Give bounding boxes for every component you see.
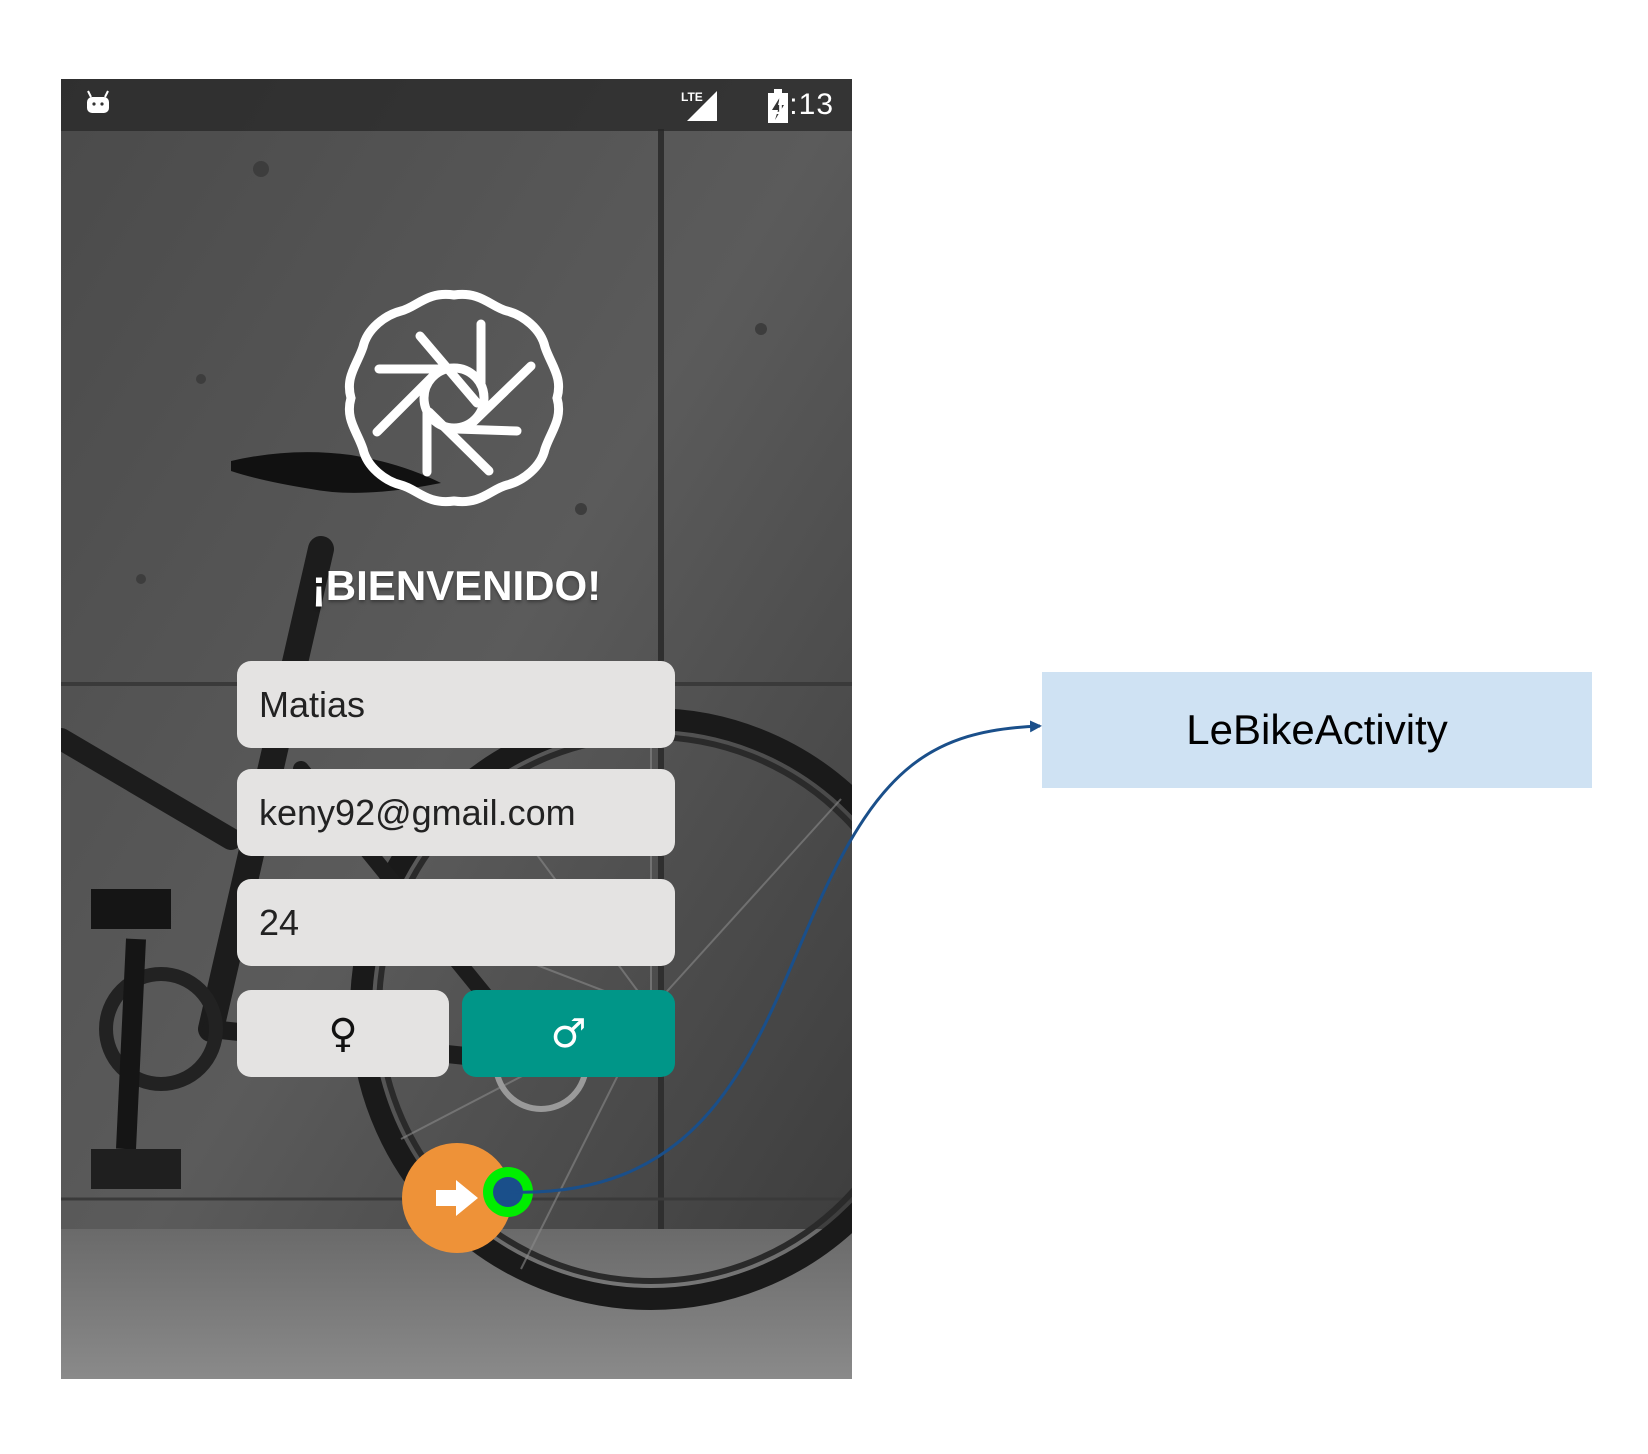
android-notification-icon <box>87 90 109 113</box>
arrow-right-icon <box>436 1180 478 1216</box>
tap-marker-dot <box>493 1177 523 1207</box>
female-symbol-icon: ♀ <box>328 1010 358 1057</box>
status-time: 1:13 <box>771 88 834 121</box>
target-activity-box: LeBikeActivity <box>1042 672 1592 788</box>
target-activity-label: LeBikeActivity <box>1186 706 1448 753</box>
male-gender-button[interactable]: ♂ <box>462 990 675 1077</box>
status-bar: LTE 1:13 <box>61 79 852 131</box>
welcome-title: ¡BIENVENIDO! <box>311 562 602 609</box>
age-field[interactable] <box>237 879 675 966</box>
male-symbol-icon: ♂ <box>550 1010 587 1057</box>
svg-text:LTE: LTE <box>681 90 703 104</box>
email-field[interactable] <box>237 769 675 856</box>
name-field[interactable] <box>237 661 675 748</box>
bike-wheel-logo-icon <box>345 289 563 507</box>
lte-signal-icon: LTE <box>681 90 717 121</box>
phone-screen: LTE 1:13 ¡BIENVENIDO! ♀ ♂ <box>61 79 852 1379</box>
tap-marker <box>483 1167 533 1217</box>
female-gender-button[interactable]: ♀ <box>237 990 449 1077</box>
